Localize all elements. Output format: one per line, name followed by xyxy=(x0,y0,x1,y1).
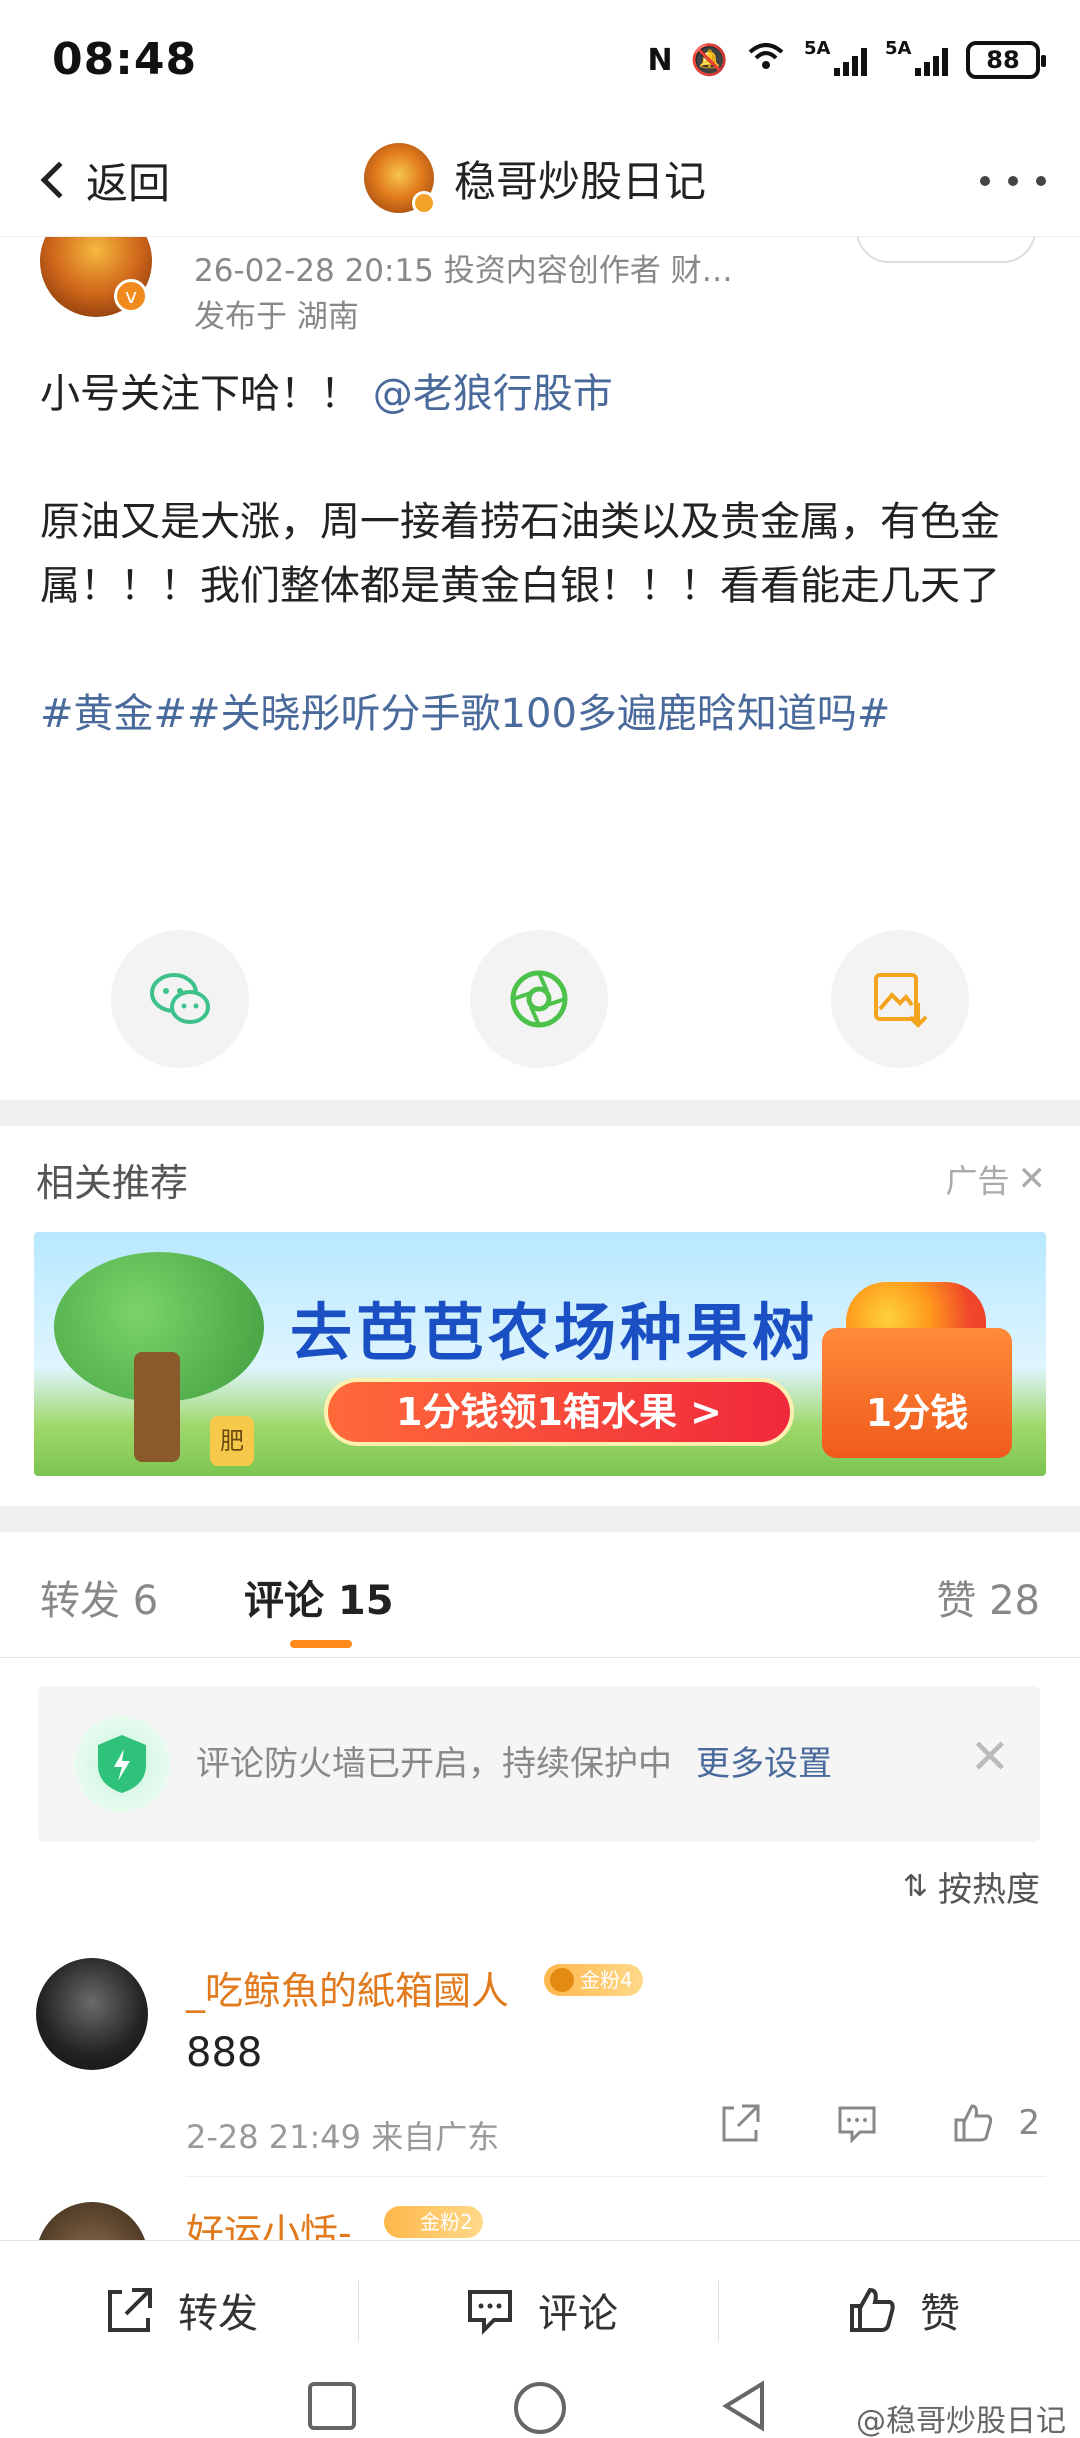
thumbs-up-icon xyxy=(954,2104,993,2142)
recent-apps-button[interactable] xyxy=(306,2380,358,2436)
comment-divider xyxy=(186,2176,1046,2177)
status-bar: 08:48 N 🔕 5A 5A 88 xyxy=(0,0,1080,128)
signal-icon: 5A xyxy=(804,38,867,76)
hashtag-link[interactable]: #黄金##关晓彤听分手歌100多遍鹿晗知道吗# xyxy=(40,682,1040,746)
wechat-icon xyxy=(150,973,210,1024)
sort-button[interactable]: ⇅ 按热度 xyxy=(903,1862,1040,1911)
share-icon[interactable] xyxy=(718,2100,764,2146)
more-settings-link[interactable]: 更多设置 xyxy=(696,1744,832,1784)
more-menu-icon[interactable] xyxy=(980,176,1046,186)
battery-indicator: 88 xyxy=(966,41,1046,79)
active-tab-indicator xyxy=(290,1640,352,1648)
moments-icon xyxy=(510,970,568,1028)
commenter-avatar[interactable] xyxy=(36,2202,148,2240)
fan-badge: 金粉4 xyxy=(544,1964,643,1996)
nav-title: 稳哥炒股日记 xyxy=(454,156,707,206)
comment-item: _吃鲸魚的紙箱國人 金粉4 888 2-28 21:49 来自广东 2 xyxy=(0,1948,1080,2178)
nav-avatar xyxy=(364,143,436,215)
watermark: @稳哥炒股日记 xyxy=(856,2404,1066,2438)
comment-like-button[interactable]: 2 xyxy=(950,2100,1040,2146)
close-icon[interactable]: ✕ xyxy=(1018,1159,1047,1199)
share-moments-button[interactable] xyxy=(470,930,608,1068)
home-button[interactable] xyxy=(512,2380,568,2438)
shield-icon xyxy=(74,1716,170,1812)
commenter-avatar[interactable] xyxy=(36,1958,148,2070)
ad-label-group[interactable]: 广告 ✕ xyxy=(945,1156,1046,1202)
post-body: 小号关注下哈！！ @老狼行股市 原油又是大涨，周一接着捞石油类以及贵金属，有色金… xyxy=(40,362,1040,810)
back-label: 返回 xyxy=(86,158,171,208)
comment-text: 888 xyxy=(186,2030,263,2076)
post-line1: 小号关注下哈！！ @老狼行股市 xyxy=(40,371,613,417)
section-divider xyxy=(0,1506,1080,1532)
tree-trunk xyxy=(134,1352,180,1462)
like-button[interactable]: 赞 xyxy=(846,2241,960,2379)
mute-icon: 🔕 xyxy=(690,42,728,78)
section-divider xyxy=(0,1100,1080,1126)
fan-badge: 金粉2 xyxy=(384,2206,483,2238)
post-paragraph: 原油又是大涨，周一接着捞石油类以及贵金属，有色金属！！！我们整体都是黄金白银！！… xyxy=(40,499,1000,609)
back-nav-button[interactable] xyxy=(718,2380,770,2436)
notice-text-row: 评论防火墙已开启，持续保护中 更多设置 xyxy=(196,1736,832,1785)
mention-link[interactable]: @老狼行股市 xyxy=(373,371,613,417)
tab-like[interactable]: 赞 28 xyxy=(936,1568,1040,1626)
author-avatar[interactable]: v xyxy=(40,237,152,317)
system-nav-bar: @稳哥炒股日记 xyxy=(0,2378,1080,2438)
close-icon[interactable]: ✕ xyxy=(970,1732,1010,1782)
nav-account[interactable]: 稳哥炒股日记 xyxy=(364,142,707,215)
post-meta-location: 发布于 湖南 xyxy=(194,299,359,335)
fertilizer-bag: 肥 xyxy=(210,1416,254,1466)
ad-fruit-box: 1分钱 xyxy=(822,1328,1012,1458)
interaction-tabs: 转发 6 评论 15 赞 28 xyxy=(0,1532,1080,1658)
sort-icon: ⇅ xyxy=(902,1869,928,1904)
comment-meta: 2-28 21:49 来自广东 xyxy=(186,2118,500,2156)
repost-button[interactable]: 转发 xyxy=(104,2241,258,2379)
signal-icon-2: 5A xyxy=(885,38,948,76)
comment-button[interactable]: 评论 xyxy=(464,2241,618,2379)
ad-headline: 去芭芭农场种果树 xyxy=(289,1296,818,1369)
bar-divider xyxy=(358,2281,359,2341)
commenter-name[interactable]: _吃鲸魚的紙箱國人 xyxy=(186,1960,509,2015)
ad-banner[interactable]: 肥 去芭芭农场种果树 1分钱领1箱水果 > 1分钱 xyxy=(34,1232,1046,1476)
repost-icon xyxy=(108,2288,152,2332)
nfc-icon: N xyxy=(647,42,673,78)
commenter-name[interactable]: 好运小恬- xyxy=(186,2202,352,2240)
ad-cta-button[interactable]: 1分钱领1箱水果 > xyxy=(324,1378,794,1446)
verified-icon xyxy=(412,191,436,215)
save-image-button[interactable] xyxy=(831,930,969,1068)
verified-icon: v xyxy=(114,279,148,313)
post-header: v 26-02-28 20:15 投资内容创作者 财… 发布于 湖南 xyxy=(0,236,1080,336)
related-header: 相关推荐 广告 ✕ xyxy=(0,1126,1080,1230)
related-title: 相关推荐 xyxy=(36,1161,189,1205)
comment-actions: 2 xyxy=(718,2100,1040,2146)
comment-firewall-notice: 评论防火墙已开启，持续保护中 更多设置 ✕ xyxy=(38,1686,1040,1842)
thumbs-up-icon xyxy=(850,2287,895,2332)
wifi-icon xyxy=(746,40,786,80)
reply-icon[interactable] xyxy=(834,2100,880,2146)
comment-icon xyxy=(468,2290,512,2335)
status-time: 08:48 xyxy=(52,34,198,85)
top-nav: 返回 稳哥炒股日记 xyxy=(0,128,1080,236)
chevron-left-icon xyxy=(40,161,78,199)
bar-divider xyxy=(718,2281,719,2341)
tab-comment[interactable]: 评论 15 xyxy=(244,1568,394,1626)
save-image-icon xyxy=(874,973,928,1028)
comment-item: 好运小恬- 金粉2 xyxy=(0,2196,1080,2240)
post-meta-time: 26-02-28 20:15 投资内容创作者 财… xyxy=(194,253,733,289)
follow-button[interactable] xyxy=(856,237,1036,263)
ad-label: 广告 xyxy=(945,1162,1010,1200)
status-icons: N 🔕 5A 5A 88 xyxy=(647,38,1046,80)
sort-label: 按热度 xyxy=(938,1870,1040,1910)
back-button[interactable]: 返回 xyxy=(36,148,170,212)
comment-like-count: 2 xyxy=(1018,2103,1040,2143)
share-row xyxy=(0,930,1080,1070)
notice-text: 评论防火墙已开启，持续保护中 xyxy=(196,1744,672,1784)
share-wechat-button[interactable] xyxy=(111,930,249,1068)
bottom-action-bar: 转发 评论 赞 xyxy=(0,2240,1080,2378)
tab-repost[interactable]: 转发 6 xyxy=(40,1568,158,1626)
